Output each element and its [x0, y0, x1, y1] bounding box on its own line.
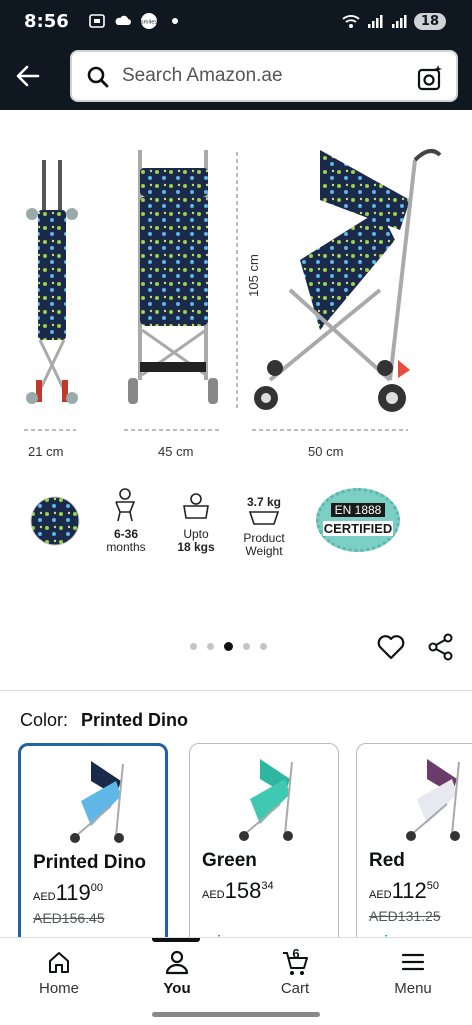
color-label: Color: [20, 710, 69, 730]
feature-weight-label-1: Product [243, 531, 285, 545]
carousel-dot[interactable] [243, 643, 250, 650]
cloud-icon [115, 15, 131, 25]
variant-old-price: AED131.25 [369, 908, 441, 924]
variant-name: Printed Dino [33, 852, 146, 873]
variant-card-printed-dino[interactable]: Printed Dino AED11900 AED156.45 prime [18, 743, 168, 953]
dimension-label-side: 50 cm [308, 444, 344, 459]
share-icon[interactable] [426, 632, 456, 662]
signal-r-icon [391, 15, 407, 28]
carousel-dot[interactable] [190, 643, 197, 650]
nav-cart-label: Cart [280, 980, 310, 997]
folded-stroller-image [26, 160, 78, 404]
badge-standard: EN 1888 [330, 503, 386, 517]
feature-weight-label-2: Weight [245, 544, 283, 558]
color-selector-label: Color: Printed Dino [20, 710, 188, 731]
nav-you-label: You [163, 980, 191, 997]
back-arrow-icon[interactable] [12, 60, 44, 92]
front-stroller-image [128, 150, 218, 404]
nav-menu[interactable]: Menu [354, 938, 472, 1025]
color-value: Printed Dino [81, 710, 189, 730]
status-bar: 8:56 smiles 18 [0, 0, 472, 44]
scale-icon [248, 511, 280, 525]
carousel-dot[interactable] [207, 643, 214, 650]
system-home-bar[interactable] [152, 1012, 320, 1017]
bottom-navigation: Home You 6 Cart Menu [0, 937, 472, 1024]
carousel-dot[interactable] [260, 643, 267, 650]
price-fraction: 34 [261, 880, 274, 892]
heart-icon[interactable] [376, 632, 406, 662]
en1888-certified-badge: EN 1888 CERTIFIED [316, 488, 400, 552]
dot-icon [172, 18, 178, 24]
feature-age: 6-36 months [100, 528, 152, 554]
dimension-label-height: 105 cm [245, 254, 261, 297]
variant-price: AED11250 [369, 878, 439, 904]
badge-certified: CERTIFIED [323, 521, 393, 536]
price-whole: 112 [391, 878, 427, 903]
screenshot-icon [89, 14, 105, 28]
home-icon [49, 952, 69, 973]
variant-name: Green [202, 850, 257, 871]
variant-price: AED15834 [202, 878, 274, 904]
search-box[interactable] [70, 50, 458, 102]
variant-image-printed-dino [70, 761, 124, 843]
dimension-label-front: 45 cm [158, 444, 194, 459]
section-divider [0, 690, 472, 691]
svg-text:smiles: smiles [141, 20, 157, 26]
cart-count-badge: 6 [292, 946, 300, 961]
price-currency: AED [33, 891, 56, 903]
search-icon [87, 66, 109, 88]
weight-capacity-icon [183, 493, 209, 519]
variant-name: Red [369, 850, 405, 871]
nav-menu-label: Menu [394, 980, 432, 997]
hamburger-menu-icon [401, 953, 425, 971]
search-input[interactable] [122, 60, 402, 92]
feature-age-range: 6-36 [113, 527, 139, 541]
status-time: 8:56 [24, 11, 69, 32]
price-currency: AED [369, 889, 392, 901]
status-left-icons: smiles [88, 12, 184, 30]
price-fraction: 00 [90, 882, 103, 894]
product-image-gallery[interactable]: 21 cm 45 cm 50 cm 105 cm 6-36 months Upt… [0, 110, 472, 690]
carousel-dot-active[interactable] [224, 642, 233, 651]
signal-icon [367, 15, 383, 28]
variant-image-green [239, 759, 293, 841]
price-whole: 119 [55, 880, 91, 905]
variant-price: AED11900 [33, 880, 103, 906]
smiles-icon: smiles [141, 13, 157, 29]
nav-home-label: Home [38, 980, 79, 997]
feature-age-unit: months [106, 540, 146, 554]
feature-capacity-value: 18 kgs [177, 540, 215, 554]
camera-lens-icon[interactable] [416, 64, 444, 92]
baby-age-icon [115, 488, 136, 522]
user-icon [165, 950, 189, 975]
dimension-label-folded: 21 cm [28, 444, 64, 459]
price-whole: 158 [224, 878, 262, 903]
variant-old-price: AED156.45 [33, 910, 105, 926]
wifi-icon [342, 15, 360, 28]
dino-pattern-swatch-icon [30, 496, 80, 546]
image-carousel-dots [190, 642, 267, 651]
feature-capacity-label: Upto [183, 527, 209, 541]
price-fraction: 50 [426, 880, 439, 892]
nav-home[interactable]: Home [0, 938, 118, 1025]
feature-weight-capacity: Upto 18 kgs [170, 528, 222, 554]
status-right-icons: 18 [342, 12, 446, 30]
feature-product-weight: Product Weight [236, 532, 292, 558]
side-stroller-image [254, 149, 442, 412]
variant-card-green[interactable]: Green AED15834 prime [189, 743, 339, 953]
variant-image-red [406, 759, 460, 841]
variant-card-red[interactable]: Red AED11250 AED131.25 prime [356, 743, 472, 953]
app-header [0, 44, 472, 110]
battery-level: 18 [413, 12, 446, 30]
price-currency: AED [202, 889, 225, 901]
